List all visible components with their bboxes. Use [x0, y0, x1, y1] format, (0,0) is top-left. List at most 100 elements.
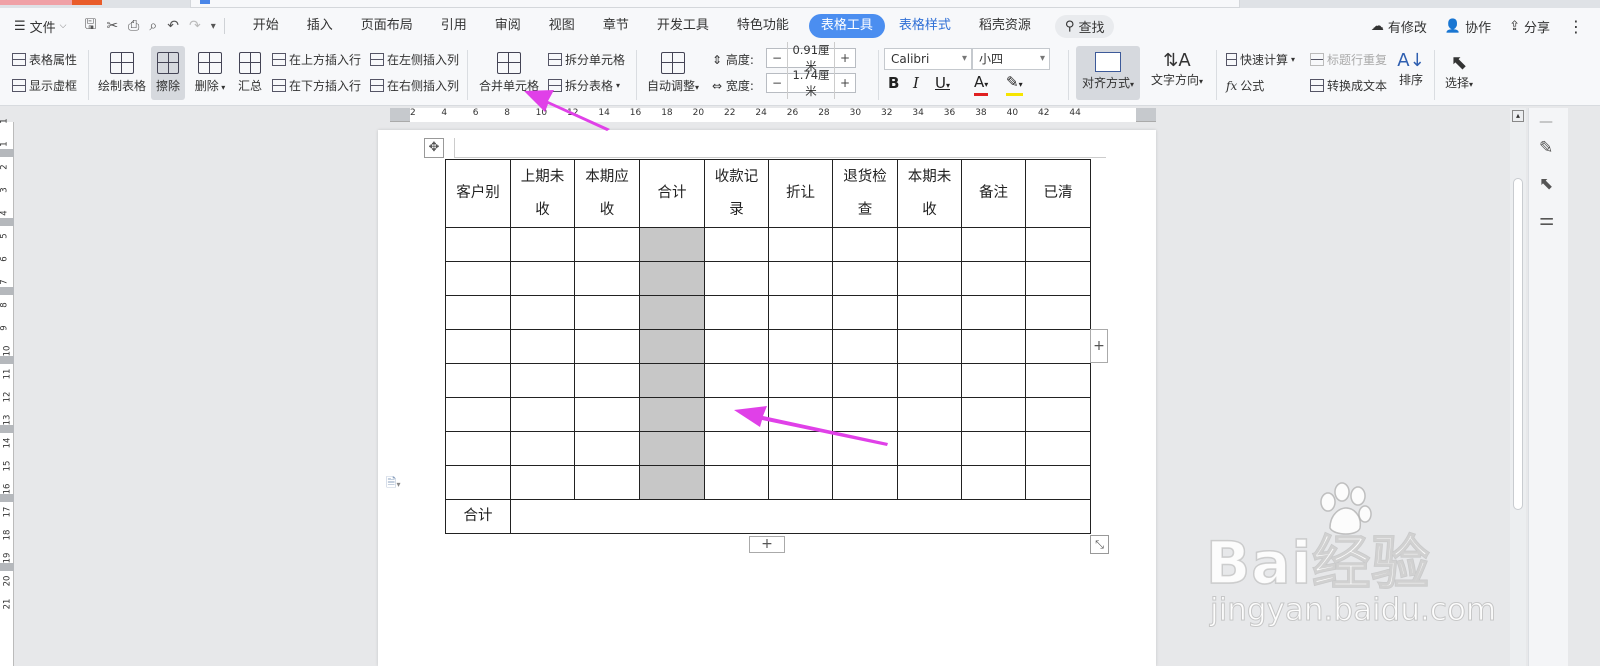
table-cell[interactable]: [639, 363, 705, 398]
tab-resources[interactable]: 稻壳资源: [965, 14, 1045, 38]
table-cell[interactable]: [897, 363, 962, 398]
add-row-button[interactable]: +: [749, 536, 785, 553]
table-cell[interactable]: [768, 397, 833, 432]
underline-button[interactable]: U▾: [935, 74, 950, 92]
table-cell[interactable]: [510, 227, 575, 262]
table-header-cell[interactable]: 本期应收: [574, 159, 640, 228]
tab-table-tools[interactable]: 表格工具: [808, 14, 885, 38]
table-cell[interactable]: [1025, 465, 1091, 500]
table-cell[interactable]: [961, 329, 1026, 364]
font-size-select[interactable]: 小四: [972, 48, 1050, 70]
table-cell[interactable]: [768, 295, 833, 330]
table-cell[interactable]: [639, 227, 705, 262]
increase-width-button[interactable]: +: [835, 76, 855, 90]
share-button[interactable]: ⇪ 分享: [1509, 17, 1550, 36]
bold-button[interactable]: B: [888, 74, 899, 92]
insert-above-button[interactable]: 在上方插入行: [272, 51, 361, 68]
repeat-title-button[interactable]: 标题行重复: [1310, 51, 1387, 68]
align-button[interactable]: 对齐方式▾: [1076, 46, 1140, 100]
doc-tab-2[interactable]: [72, 0, 102, 5]
table-cell[interactable]: [832, 397, 898, 432]
table-cell[interactable]: [1025, 329, 1091, 364]
print-icon[interactable]: ⎙: [128, 18, 139, 34]
table-cell[interactable]: [768, 363, 833, 398]
delete-button[interactable]: 删除 ▾: [190, 48, 230, 102]
to-text-button[interactable]: 转换成文本: [1310, 77, 1387, 94]
tab-chapter[interactable]: 章节: [589, 14, 643, 38]
table-header-cell[interactable]: 收款记录: [704, 159, 769, 228]
table-cell[interactable]: [704, 465, 769, 500]
table-cell[interactable]: [704, 295, 769, 330]
table-cell[interactable]: [832, 431, 898, 466]
table-move-handle[interactable]: ✥: [424, 138, 444, 158]
insert-right-button[interactable]: 在右侧插入列: [370, 77, 459, 94]
vertical-scrollbar[interactable]: ▴: [1510, 108, 1526, 666]
erase-button[interactable]: 擦除: [151, 46, 185, 100]
show-grid-button[interactable]: 显示虚框: [12, 77, 77, 94]
table-cell[interactable]: [768, 431, 833, 466]
highlight-button[interactable]: ✎▾: [1006, 74, 1023, 96]
table-cell[interactable]: [445, 431, 511, 466]
tab-references[interactable]: 引用: [427, 14, 481, 38]
collab-button[interactable]: 👤 协作: [1445, 17, 1491, 36]
table-cell[interactable]: [574, 363, 640, 398]
increase-height-button[interactable]: +: [835, 51, 855, 65]
table-resize-handle[interactable]: ⤡: [1090, 535, 1109, 554]
table-cell[interactable]: [704, 329, 769, 364]
table-cell[interactable]: [639, 431, 705, 466]
document-icon[interactable]: 🗎▾: [386, 474, 400, 496]
format-painter-icon[interactable]: ✂: [106, 18, 118, 34]
table-header-cell[interactable]: 备注: [961, 159, 1026, 228]
footer-label-cell[interactable]: 合计: [445, 499, 511, 534]
table-cell[interactable]: [1025, 363, 1091, 398]
text-direction-button[interactable]: ⇅A 文字方向▾: [1146, 48, 1208, 102]
table-cell[interactable]: [639, 261, 705, 296]
table-cell[interactable]: [768, 329, 833, 364]
table-header-cell[interactable]: 本期未收: [897, 159, 962, 228]
table-cell[interactable]: [961, 397, 1026, 432]
table-cell[interactable]: [768, 465, 833, 500]
merge-cells-button[interactable]: 合并单元格: [476, 48, 542, 102]
tab-review[interactable]: 审阅: [481, 14, 535, 38]
tab-home[interactable]: 开始: [239, 14, 293, 38]
quick-calc-button[interactable]: 快速计算 ▾: [1226, 51, 1295, 68]
table-cell[interactable]: [639, 295, 705, 330]
scrollbar-thumb[interactable]: [1513, 178, 1523, 510]
table-cell[interactable]: [639, 465, 705, 500]
modified-button[interactable]: ☁ 有修改: [1371, 17, 1427, 36]
table-cell[interactable]: [574, 227, 640, 262]
table-cell[interactable]: [445, 261, 511, 296]
doc-tab-1[interactable]: [0, 0, 72, 5]
table-cell[interactable]: [832, 363, 898, 398]
print-preview-icon[interactable]: ⌕: [149, 18, 157, 34]
table-cell[interactable]: [768, 261, 833, 296]
table-cell[interactable]: [832, 329, 898, 364]
table-cell[interactable]: [445, 363, 511, 398]
insert-left-button[interactable]: 在左侧插入列: [370, 51, 459, 68]
table-cell[interactable]: [961, 261, 1026, 296]
tab-layout[interactable]: 页面布局: [347, 14, 427, 38]
table-cell[interactable]: [510, 295, 575, 330]
table-cell[interactable]: [897, 261, 962, 296]
settings-sliders-icon[interactable]: ⚌: [1539, 210, 1554, 230]
table-cell[interactable]: [1025, 261, 1091, 296]
table-cell[interactable]: [1025, 431, 1091, 466]
table-cell[interactable]: [961, 227, 1026, 262]
table-cell[interactable]: [704, 363, 769, 398]
table-cell[interactable]: [510, 261, 575, 296]
table-cell[interactable]: [832, 227, 898, 262]
table-cell[interactable]: [445, 465, 511, 500]
table-cell[interactable]: [445, 227, 511, 262]
collapse-icon[interactable]: —: [1539, 114, 1553, 130]
split-table-button[interactable]: 拆分表格 ▾: [548, 77, 620, 94]
table-cell[interactable]: [897, 397, 962, 432]
tab-insert[interactable]: 插入: [293, 14, 347, 38]
table-cell[interactable]: [704, 397, 769, 432]
vertical-ruler[interactable]: 1 1 2 3 4 5 6 7 8 9 10 11 12 13 14 15 16 17 18 19 20 21: [0, 118, 14, 666]
table-cell[interactable]: [897, 227, 962, 262]
decrease-width-button[interactable]: −: [767, 76, 787, 90]
width-stepper[interactable]: − 1.74厘米 +: [766, 67, 856, 99]
table-cell[interactable]: [961, 431, 1026, 466]
italic-button[interactable]: I: [913, 74, 919, 92]
table-cell[interactable]: [510, 397, 575, 432]
